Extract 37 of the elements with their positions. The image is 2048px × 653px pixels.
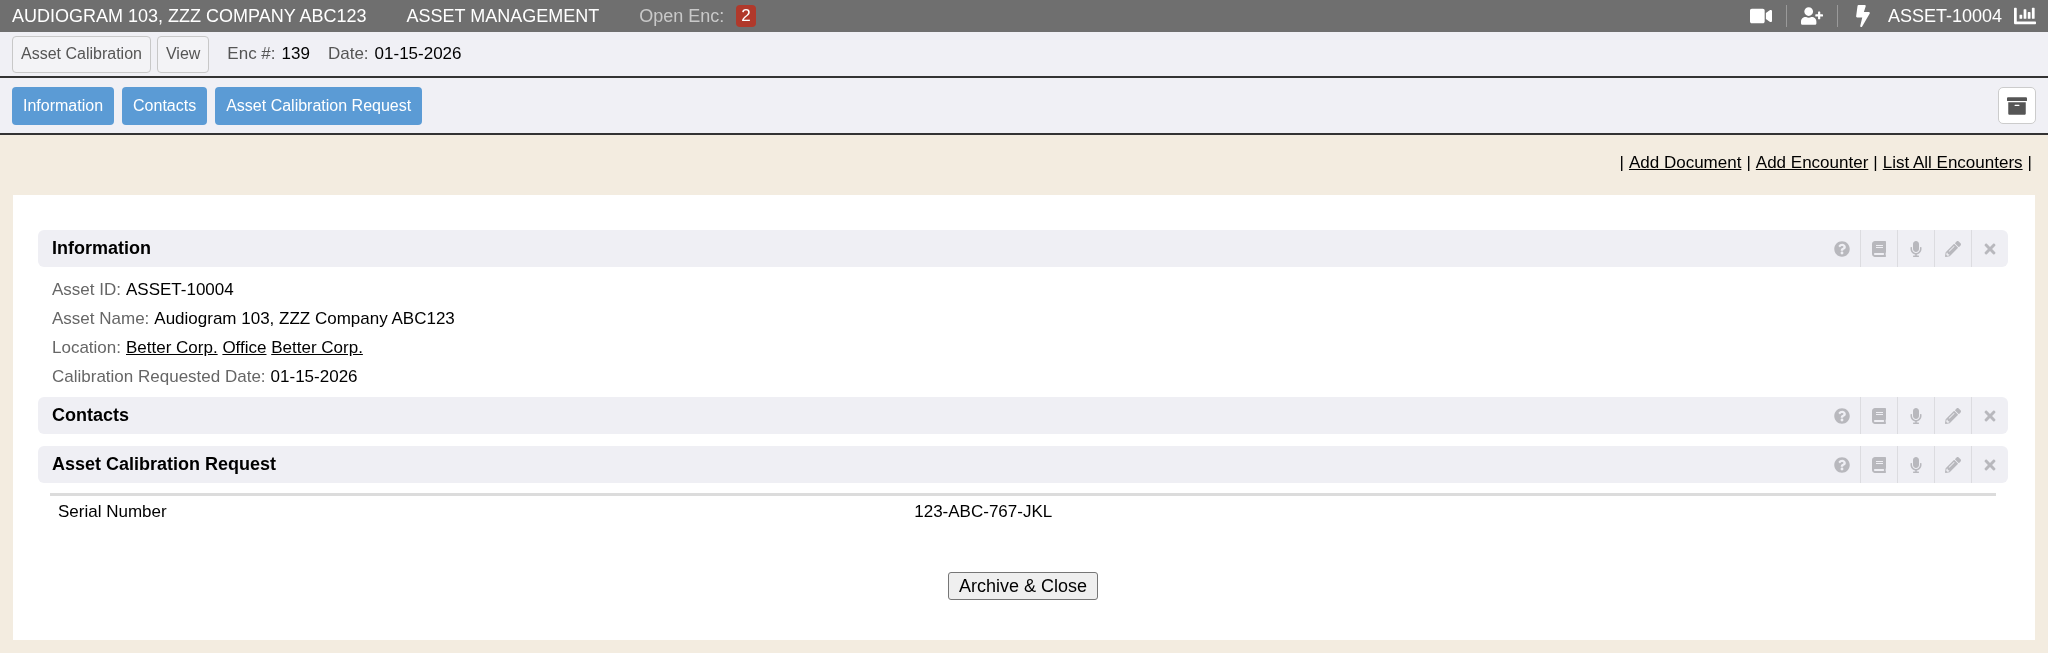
bar-chart-icon[interactable] (2014, 5, 2036, 27)
field-value: Audiogram 103, ZZZ Company ABC123 (154, 309, 455, 328)
field-label: Asset ID: (52, 280, 121, 299)
separator: | (1873, 153, 1878, 174)
action-link[interactable]: Add Document (1628, 153, 1742, 177)
info-label: Enc #: (227, 44, 276, 64)
separator: | (1619, 153, 1624, 174)
field-label: Calibration Requested Date: (52, 367, 266, 386)
separator: | (2027, 153, 2032, 174)
table-cell: Serial Number (50, 494, 907, 528)
field-label: Location: (52, 338, 121, 357)
info-label: Date: (327, 44, 369, 64)
table-cell: 123-ABC-767-JKL (906, 494, 1996, 528)
field-value: ASSET-10004 (125, 280, 234, 299)
section-title: Information (52, 238, 151, 259)
location-link[interactable]: Better Corp. (271, 338, 363, 357)
open-enc-label: Open Enc: (639, 5, 725, 27)
archive-close-button[interactable]: Archive & Close (947, 572, 1099, 600)
field-label: Asset Name: (52, 309, 150, 328)
action-link[interactable]: Add Encounter (1755, 153, 1869, 177)
open-enc-badge: 2 (736, 5, 756, 27)
archive-button[interactable] (1998, 87, 2036, 124)
module-title: ASSET MANAGEMENT (406, 5, 600, 27)
record-title: AUDIOGRAM 103, ZZZ COMPANY ABC123 (12, 5, 367, 27)
location-link[interactable]: Better Corp. (126, 338, 218, 357)
toolbar-button[interactable]: View (156, 35, 210, 73)
location-link[interactable]: Office (222, 338, 267, 357)
separator: | (1746, 153, 1751, 174)
archive-icon (2007, 95, 2027, 116)
field-value: 01-15-2026 (270, 367, 358, 386)
info-value: 01-15-2026 (374, 44, 462, 64)
section-title: Asset Calibration Request (52, 454, 277, 475)
asset-id: ASSET-10004 (1887, 5, 2002, 27)
toolbar-button[interactable]: Asset Calibration (12, 35, 151, 73)
info-value: 139 (281, 44, 310, 64)
action-link[interactable]: List All Encounters (1882, 153, 2023, 177)
section-title: Contacts (52, 405, 129, 426)
